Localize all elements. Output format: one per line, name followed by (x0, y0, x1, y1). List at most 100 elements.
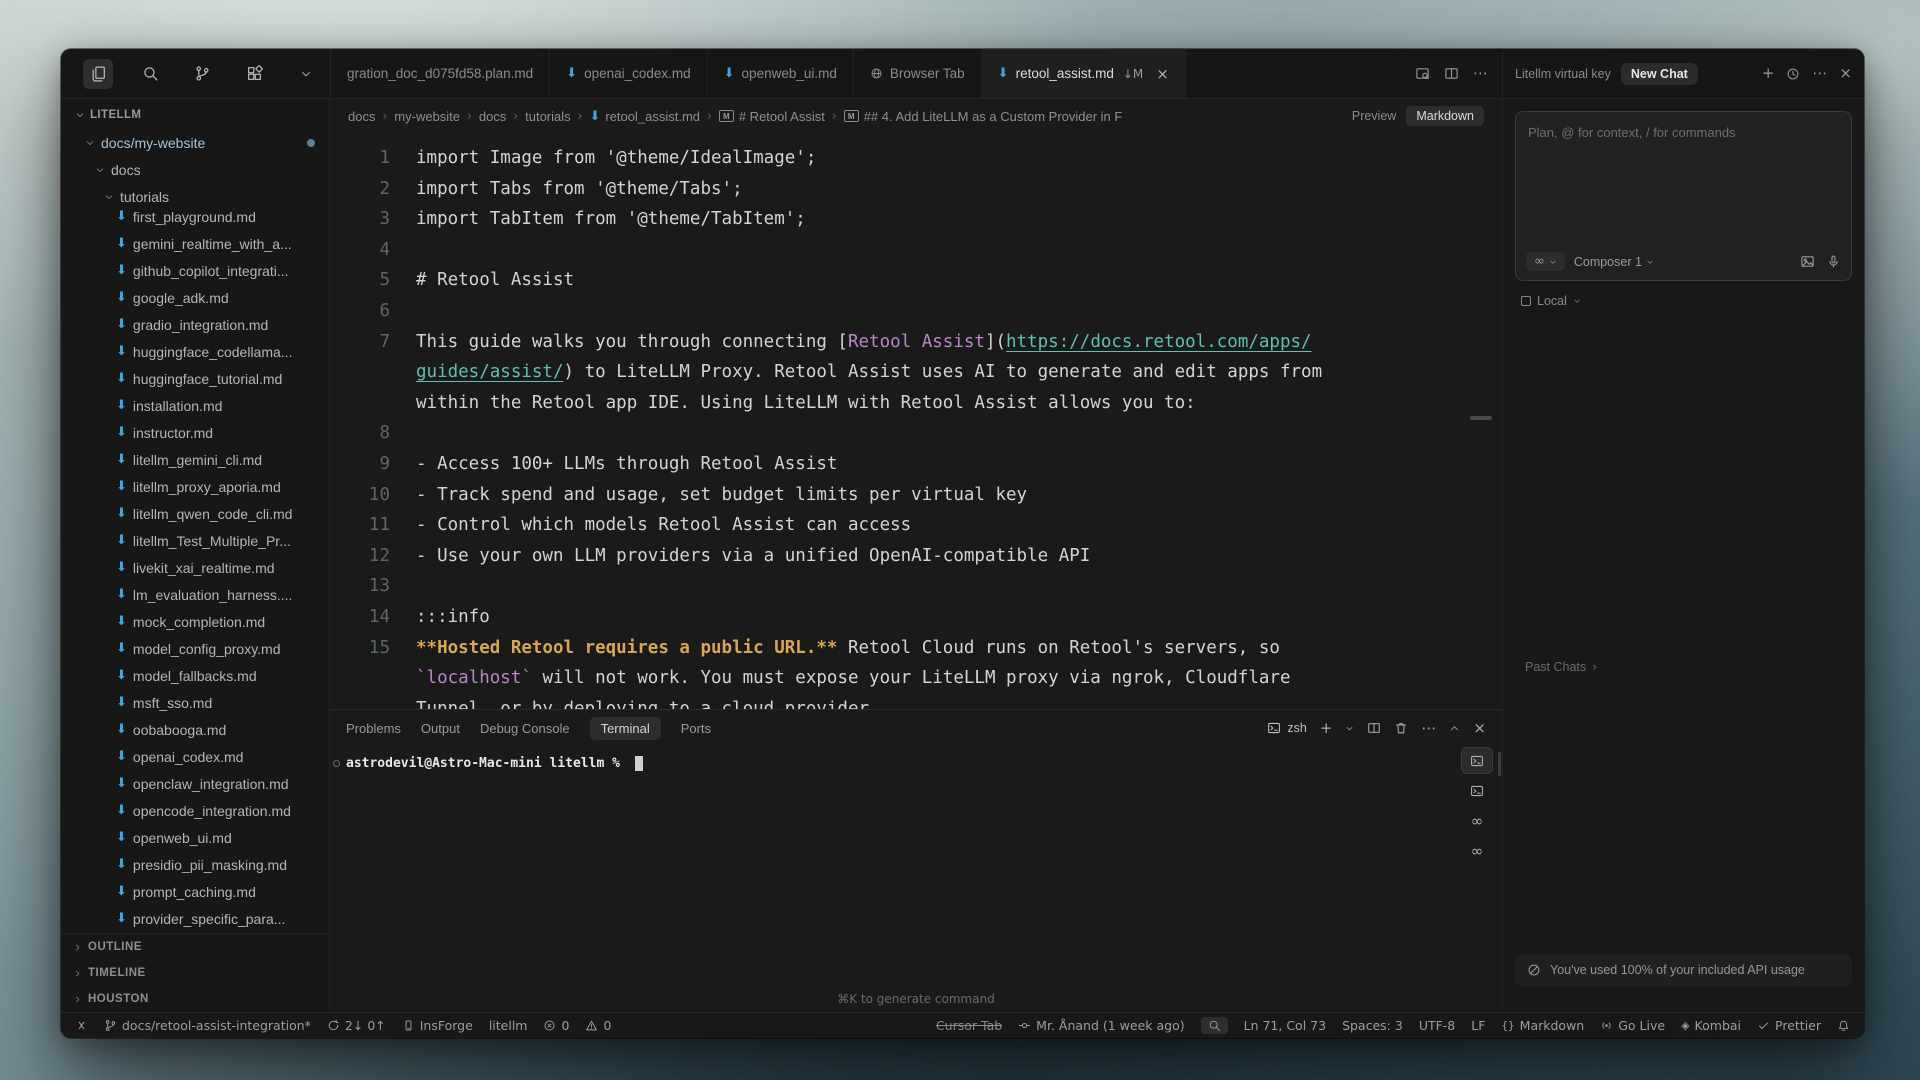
tree-file[interactable]: ⬇mock_completion.md (61, 608, 329, 635)
agent-session-icon[interactable]: ∞ (1462, 808, 1492, 833)
status-remote[interactable] (75, 1019, 88, 1032)
tree-file[interactable]: ⬇installation.md (61, 392, 329, 419)
status-litellm[interactable]: litellm (489, 1018, 528, 1033)
activity-files-button[interactable] (83, 59, 113, 89)
terminal-session-icon[interactable] (1462, 748, 1492, 773)
tab-retool_assist.md[interactable]: ⬇retool_assist.md↓M× (982, 49, 1186, 98)
terminal-session-icon[interactable] (1462, 778, 1492, 803)
tree-file[interactable]: ⬇lm_evaluation_harness.... (61, 581, 329, 608)
sidebar-section-timeline[interactable]: TIMELINE (61, 960, 329, 986)
status-go-live[interactable]: Go Live (1600, 1018, 1665, 1033)
context-selector[interactable]: Local (1515, 294, 1852, 308)
more-icon[interactable]: ⋯ (1812, 66, 1827, 81)
tree-file[interactable]: ⬇provider_specific_para... (61, 905, 329, 932)
terminal-body[interactable]: astrodevil@Astro-Mac-mini litellm % ∞∞ (330, 746, 1502, 986)
more-actions-icon[interactable]: ⋯ (1473, 66, 1488, 81)
tree-file[interactable]: ⬇opencode_integration.md (61, 797, 329, 824)
terminal-tab-problems[interactable]: Problems (346, 721, 401, 736)
kill-terminal-icon[interactable] (1394, 721, 1408, 735)
tree-file[interactable]: ⬇openweb_ui.md (61, 824, 329, 851)
chat-tab-inactive[interactable]: Litellm virtual key (1515, 67, 1611, 81)
terminal-tab-ports[interactable]: Ports (681, 721, 711, 736)
markdown-mode-button[interactable]: Markdown (1406, 106, 1484, 126)
history-clock-icon[interactable] (1786, 67, 1800, 81)
split-editor-button[interactable] (1444, 66, 1459, 81)
agent-session-icon[interactable]: ∞ (1462, 838, 1492, 863)
status-cursor-tab[interactable]: Cursor Tab (936, 1018, 1002, 1033)
status-0[interactable]: 0 (543, 1018, 569, 1033)
status-prettier[interactable]: Prettier (1757, 1018, 1821, 1033)
tree-file[interactable]: ⬇litellm_proxy_aporia.md (61, 473, 329, 500)
image-icon[interactable] (1800, 254, 1815, 269)
terminal-dropdown-icon[interactable] (1345, 724, 1354, 733)
status-mr-nand-1-week-ago[interactable]: Mr. Ånand (1 week ago) (1018, 1018, 1184, 1033)
maximize-panel-icon[interactable] (1449, 723, 1460, 734)
tree-file[interactable]: ⬇huggingface_tutorial.md (61, 365, 329, 392)
sidebar-section-outline[interactable]: OUTLINE (61, 934, 329, 960)
tree-file[interactable]: ⬇gemini_realtime_with_a... (61, 230, 329, 257)
tree-file[interactable]: ⬇msft_sso.md (61, 689, 329, 716)
tree-file[interactable]: ⬇instructor.md (61, 419, 329, 446)
editor-scrollbar-thumb[interactable] (1470, 416, 1492, 420)
activity-extensions-button[interactable] (239, 59, 269, 89)
activity-source-control-button[interactable] (187, 59, 217, 89)
tree-file[interactable]: ⬇google_adk.md (61, 284, 329, 311)
tab-gration_doc_d075fd58.plan.md[interactable]: gration_doc_d075fd58.plan.md (331, 49, 550, 98)
tree-file[interactable]: ⬇presidio_pii_masking.md (61, 851, 329, 878)
past-chats-link[interactable]: Past Chats › (1525, 659, 1597, 674)
tree-file[interactable]: ⬇github_copilot_integrati... (61, 257, 329, 284)
status-kombai[interactable]: ◈Kombai (1681, 1018, 1741, 1033)
chat-tab-new-chat[interactable]: New Chat (1621, 63, 1698, 85)
mic-icon[interactable] (1826, 254, 1841, 269)
status-utf-8[interactable]: UTF-8 (1419, 1018, 1455, 1033)
breadcrumb-item[interactable]: M## 4. Add LiteLLM as a Custom Provider … (844, 109, 1123, 124)
tree-file[interactable]: ⬇model_config_proxy.md (61, 635, 329, 662)
tree-file[interactable]: ⬇gradio_integration.md (61, 311, 329, 338)
composer-selector[interactable]: Composer 1 (1574, 255, 1654, 269)
tree-file[interactable]: ⬇openclaw_integration.md (61, 770, 329, 797)
split-terminal-icon[interactable] (1367, 721, 1381, 735)
tree-file[interactable]: ⬇huggingface_codellama... (61, 338, 329, 365)
breadcrumb-item[interactable]: tutorials (525, 109, 571, 124)
shell-indicator[interactable]: zsh (1267, 721, 1306, 735)
status-2-0[interactable]: 2↓ 0↑ (327, 1018, 386, 1033)
close-icon[interactable]: × (1156, 65, 1169, 83)
new-chat-plus-icon[interactable]: + (1762, 66, 1775, 81)
breadcrumb-item[interactable]: ⬇retool_assist.md (589, 109, 700, 124)
tree-file[interactable]: ⬇prompt_caching.md (61, 878, 329, 905)
activity-chevron-down-button[interactable] (291, 59, 321, 89)
breadcrumb-item[interactable]: M# Retool Assist (719, 109, 825, 124)
chat-input-box[interactable]: Plan, @ for context, / for commands ∞ Co… (1515, 111, 1852, 281)
agent-mode-pill[interactable]: ∞ (1526, 252, 1565, 271)
terminal-more-icon[interactable]: ⋯ (1421, 721, 1436, 736)
tab-Browser Tab[interactable]: Browser Tab (854, 49, 982, 98)
terminal-scrollbar[interactable] (1498, 752, 1501, 776)
close-panel-icon[interactable]: × (1839, 66, 1852, 81)
close-panel-icon[interactable]: × (1473, 721, 1486, 736)
tree-file[interactable]: ⬇model_fallbacks.md (61, 662, 329, 689)
status-insforge[interactable]: InsForge (402, 1018, 473, 1033)
tree-folder-docs[interactable]: docs (61, 156, 329, 183)
tab-openweb_ui.md[interactable]: ⬇openweb_ui.md (708, 49, 854, 98)
status-bell[interactable] (1837, 1019, 1850, 1032)
status-ln-71-col-73[interactable]: Ln 71, Col 73 (1244, 1018, 1326, 1033)
breadcrumb-item[interactable]: docs (479, 109, 506, 124)
tree-folder-root[interactable]: docs/my-website (61, 129, 329, 156)
sidebar-section-houston[interactable]: HOUSTON (61, 986, 329, 1012)
preview-toggle[interactable]: Preview (1352, 109, 1396, 123)
workspace-header[interactable]: LITELLM (61, 99, 329, 129)
terminal-tab-output[interactable]: Output (421, 721, 460, 736)
terminal-tab-debug-console[interactable]: Debug Console (480, 721, 570, 736)
tree-file[interactable]: ⬇first_playground.md (61, 203, 329, 230)
tree-file[interactable]: ⬇litellm_qwen_code_cli.md (61, 500, 329, 527)
status-spaces-3[interactable]: Spaces: 3 (1342, 1018, 1403, 1033)
status-docs-retool-assist-integration[interactable]: docs/retool-assist-integration* (104, 1018, 311, 1033)
new-terminal-icon[interactable]: + (1320, 721, 1333, 736)
activity-search-button[interactable] (135, 59, 165, 89)
breadcrumb-item[interactable]: docs (348, 109, 375, 124)
breadcrumb-item[interactable]: my-website (394, 109, 460, 124)
tree-file[interactable]: ⬇livekit_xai_realtime.md (61, 554, 329, 581)
tree-file[interactable]: ⬇openai_codex.md (61, 743, 329, 770)
terminal-tab-terminal[interactable]: Terminal (590, 717, 661, 740)
status-markdown[interactable]: {}Markdown (1501, 1018, 1584, 1033)
